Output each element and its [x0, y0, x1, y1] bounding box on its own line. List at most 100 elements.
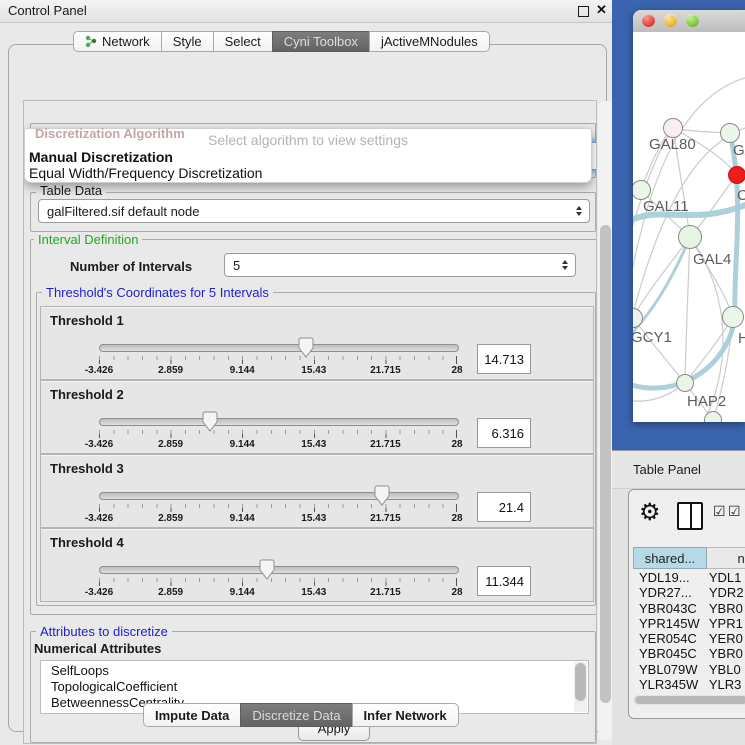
close-icon[interactable]: ✕: [596, 2, 607, 18]
slider-ticks: [99, 356, 457, 364]
number-of-intervals-combobox[interactable]: 5: [224, 253, 576, 277]
threshold-4-slider[interactable]: -3.4262.8599.14415.4321.71528: [99, 557, 457, 599]
slider-knob[interactable]: [298, 337, 314, 358]
list-item[interactable]: TopologicalCoefficient: [51, 679, 588, 695]
algorithm-option-manual[interactable]: Manual Discretization: [29, 149, 173, 165]
cell-name[interactable]: YDR2: [709, 585, 745, 600]
minimize-traffic-light-icon[interactable]: [664, 14, 677, 27]
cell-name[interactable]: YPR1: [709, 616, 745, 631]
numerical-attributes-label: Numerical Attributes: [34, 641, 161, 656]
network-canvas[interactable]: GAL80GACGAL11GAL4GCY1HHAP2: [633, 32, 745, 422]
network-node[interactable]: [676, 374, 694, 392]
cell-shared-name[interactable]: YER054C: [633, 631, 709, 646]
network-window-titlebar[interactable]: [633, 10, 745, 33]
slider-knob[interactable]: [259, 559, 275, 580]
tab-impute-data[interactable]: Impute Data: [143, 703, 241, 727]
table-row[interactable]: YPR145W YPR1: [633, 616, 745, 631]
tab-infer-network[interactable]: Infer Network: [352, 703, 459, 727]
cell-shared-name[interactable]: YBR043C: [633, 601, 709, 616]
slider-track[interactable]: [99, 566, 459, 574]
cell-shared-name[interactable]: YLR345W: [633, 677, 709, 692]
algorithm-option-equal-width[interactable]: Equal Width/Frequency Discretization: [29, 165, 262, 181]
slider-track[interactable]: [99, 418, 459, 426]
checkbox-icon[interactable]: ☑: [713, 503, 726, 520]
algorithm-dropdown-popup: Discretization Algorithm Select algorith…: [24, 128, 592, 183]
close-traffic-light-icon[interactable]: [642, 14, 655, 27]
threshold-4-panel: Threshold 4 -3.4262.8599.14415.4321.7152…: [40, 528, 594, 602]
threshold-3-panel: Threshold 3 -3.4262.8599.14415.4321.7152…: [40, 454, 594, 528]
threshold-3-label: Threshold 3: [50, 461, 124, 476]
column-header-shared-name[interactable]: shared...: [633, 547, 707, 569]
network-node[interactable]: [704, 411, 722, 422]
table-panel-title: Table Panel: [633, 462, 701, 477]
cyni-scroll-viewport: Discretization Algorithm Select algorith…: [23, 100, 597, 744]
table-row[interactable]: YLR345W YLR3: [633, 677, 745, 692]
slider-knob[interactable]: [202, 411, 218, 432]
tab-style[interactable]: Style: [161, 31, 214, 52]
threshold-1-value-field[interactable]: 14.713: [477, 344, 531, 374]
tab-jactivemnodules[interactable]: jActiveMNodules: [369, 31, 490, 52]
network-node[interactable]: [728, 166, 745, 184]
table-data-group-title: Table Data: [36, 183, 106, 198]
threshold-1-panel: Threshold 1 -3.4262.8599.14415.4321.7152…: [40, 306, 594, 380]
cell-shared-name[interactable]: YDR27...: [633, 585, 709, 600]
scrollbar-thumb[interactable]: [600, 225, 611, 703]
table-row[interactable]: YDR27... YDR2: [633, 585, 745, 600]
table-horizontal-scrollbar[interactable]: [633, 695, 745, 705]
slider-ticks: [99, 430, 457, 438]
table-row[interactable]: YBL079W YBL0: [633, 662, 745, 677]
cell-shared-name[interactable]: YBR045C: [633, 646, 709, 661]
threshold-2-value-field[interactable]: 6.316: [477, 418, 531, 448]
slider-tick-labels: -3.4262.8599.14415.4321.71528: [99, 513, 457, 525]
zoom-traffic-light-icon[interactable]: [686, 14, 699, 27]
table-row[interactable]: YDL19... YDL1: [633, 570, 745, 585]
cell-shared-name[interactable]: YPR145W: [633, 616, 709, 631]
cell-name[interactable]: YBR0: [709, 646, 745, 661]
tab-discretize-data[interactable]: Discretize Data: [240, 703, 352, 727]
network-node[interactable]: [678, 225, 702, 249]
table-data-combobox[interactable]: galFiltered.sif default node: [38, 199, 590, 223]
cell-shared-name[interactable]: YDL19...: [633, 570, 709, 585]
threshold-1-slider[interactable]: -3.4262.8599.14415.4321.71528: [99, 335, 457, 377]
column-header-name[interactable]: na: [707, 547, 745, 569]
network-view-frame: GAL80GACGAL11GAL4GCY1HHAP2: [612, 0, 745, 450]
table-row[interactable]: YBR045C YBR0: [633, 646, 745, 661]
network-node-label: HAP2: [687, 393, 726, 410]
network-node[interactable]: [720, 123, 740, 143]
list-item[interactable]: SelfLoops: [51, 663, 588, 679]
list-scrollbar[interactable]: [574, 662, 587, 712]
cell-shared-name[interactable]: YBL079W: [633, 662, 709, 677]
tab-select[interactable]: Select: [213, 31, 273, 52]
tab-network[interactable]: Network: [73, 31, 162, 52]
slider-tick-labels: -3.4262.8599.14415.4321.71528: [99, 365, 457, 377]
network-node-label: GAL4: [693, 251, 731, 268]
slider-tick-labels: -3.4262.8599.14415.4321.71528: [99, 587, 457, 599]
control-panel-tabs: Network Style Select Cyni Toolbox jActiv…: [73, 31, 490, 52]
cell-name[interactable]: YBL0: [709, 662, 745, 677]
algorithm-placeholder-option[interactable]: Select algorithm to view settings: [25, 132, 591, 148]
cell-name[interactable]: YBR0: [709, 601, 745, 616]
network-node[interactable]: [663, 118, 683, 138]
threshold-4-value-field[interactable]: 11.344: [477, 566, 531, 596]
threshold-4-label: Threshold 4: [50, 535, 124, 550]
network-node[interactable]: [722, 306, 744, 328]
checkbox-icon[interactable]: ☑: [728, 503, 741, 520]
threshold-2-slider[interactable]: -3.4262.8599.14415.4321.71528: [99, 409, 457, 451]
cell-name[interactable]: YLR3: [709, 677, 745, 692]
slider-track[interactable]: [99, 492, 459, 500]
panel-scrollbar[interactable]: [598, 101, 613, 741]
gear-icon[interactable]: ⚙: [639, 498, 661, 527]
threshold-3-value-field[interactable]: 21.4: [477, 492, 531, 522]
tab-cyni-toolbox[interactable]: Cyni Toolbox: [272, 31, 370, 52]
table-row[interactable]: YER054C YER0: [633, 631, 745, 646]
cell-name[interactable]: YER0: [709, 631, 745, 646]
threshold-3-slider[interactable]: -3.4262.8599.14415.4321.71528: [99, 483, 457, 525]
cell-name[interactable]: YDL1: [709, 570, 745, 585]
slider-knob[interactable]: [374, 485, 390, 506]
float-window-icon[interactable]: [578, 6, 589, 17]
columns-icon[interactable]: [677, 502, 703, 530]
table-row[interactable]: YBR043C YBR0: [633, 601, 745, 616]
tab-network-label: Network: [102, 34, 150, 49]
slider-ticks: [99, 578, 457, 586]
slider-track[interactable]: [99, 344, 459, 352]
